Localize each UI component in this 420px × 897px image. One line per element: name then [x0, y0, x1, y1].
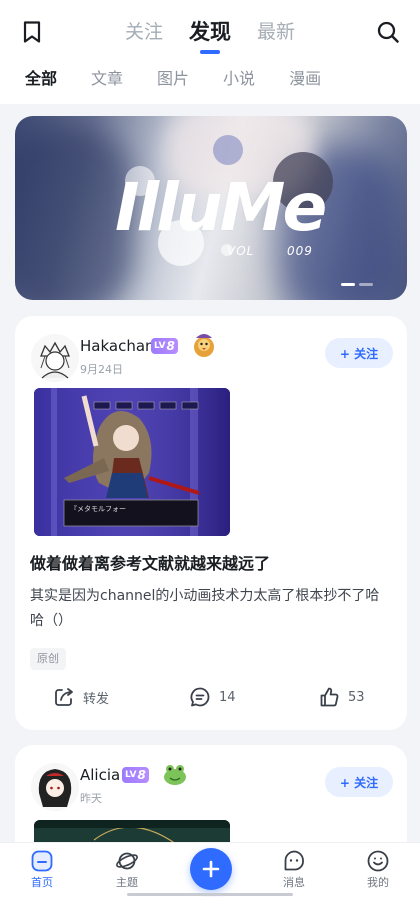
- share-icon: [55, 688, 73, 706]
- planet-icon: [116, 852, 138, 870]
- main-tabs: 关注 发现 最新: [0, 18, 420, 46]
- banner-vol-label: VOL: [227, 244, 255, 258]
- category-articles[interactable]: 文章: [91, 66, 123, 92]
- nav-home[interactable]: 首页: [12, 849, 72, 890]
- comment-count: 14: [219, 689, 236, 705]
- top-bar: 关注 发现 最新 全部 文章 图片 小说 漫画: [0, 0, 420, 104]
- level-badge-prefix: LV: [154, 341, 166, 351]
- nav-topics[interactable]: 主题: [97, 849, 157, 890]
- post-body[interactable]: 其实是因为channel的小动画技术力太高了根本抄不了哈哈（）: [30, 584, 392, 634]
- home-indicator: [127, 893, 293, 896]
- tab-latest[interactable]: 最新: [257, 18, 295, 46]
- level-badge-prefix: LV: [125, 770, 137, 780]
- featured-banner[interactable]: IlluMe VOL 009: [15, 116, 407, 300]
- post-title[interactable]: 做着做着离参考文献就越来越远了: [30, 553, 270, 575]
- nav-profile-label: 我的: [367, 876, 389, 889]
- tab-discover[interactable]: 发现: [189, 18, 231, 46]
- post-actions: 转发 14 53: [15, 686, 407, 716]
- post-date: 9月24日: [80, 363, 123, 376]
- tab-following[interactable]: 关注: [125, 18, 163, 46]
- share-label: 转发: [83, 691, 110, 707]
- post-card: Hakachan LV 8 9月24日 + 关注 『メタモルフォー 做着做着离参…: [15, 316, 407, 730]
- level-badge-number: 8: [137, 768, 146, 782]
- search-icon[interactable]: [374, 18, 402, 46]
- home-icon: [31, 850, 53, 872]
- post-image[interactable]: 『メタモルフォー: [34, 388, 230, 536]
- like-button[interactable]: 53: [318, 686, 365, 708]
- category-all[interactable]: 全部: [25, 66, 57, 92]
- smile-icon: [367, 850, 389, 872]
- username[interactable]: Hakachan: [80, 336, 155, 356]
- nav-profile[interactable]: 我的: [348, 849, 408, 890]
- image-caption: 『メタモルフォー: [70, 505, 126, 513]
- pagination-dot-active: [341, 283, 355, 286]
- bird-medal-icon: [191, 330, 217, 360]
- create-post-button[interactable]: [190, 848, 232, 890]
- follow-button[interactable]: + 关注: [325, 767, 393, 797]
- category-tabs: 全部 文章 图片 小说 漫画: [25, 66, 321, 92]
- post-tag[interactable]: 原创: [30, 648, 66, 670]
- comment-icon: [190, 687, 210, 707]
- pagination-dot: [359, 283, 373, 286]
- nav-topics-label: 主题: [116, 876, 138, 889]
- share-button[interactable]: 转发: [53, 686, 109, 708]
- category-novels[interactable]: 小说: [223, 66, 255, 92]
- banner-pagination: [341, 283, 373, 286]
- category-images[interactable]: 图片: [157, 66, 189, 92]
- username[interactable]: Alicia: [80, 765, 120, 785]
- avatar[interactable]: [31, 334, 79, 382]
- level-badge: LV 8: [122, 767, 149, 783]
- follow-button[interactable]: + 关注: [325, 338, 393, 368]
- thumbs-up-icon: [320, 687, 339, 707]
- level-badge-number: 8: [166, 339, 175, 353]
- banner-vol-number: 009: [287, 244, 313, 258]
- message-icon: [284, 850, 304, 871]
- banner-decor-circle: [213, 135, 243, 165]
- nav-home-label: 首页: [31, 876, 53, 889]
- level-badge: LV 8: [151, 338, 178, 354]
- post-date: 昨天: [80, 792, 102, 805]
- plus-icon: [202, 860, 220, 878]
- nav-messages-label: 消息: [283, 876, 305, 889]
- avatar[interactable]: [31, 763, 79, 811]
- like-count: 53: [348, 689, 365, 705]
- frog-medal-icon: [162, 761, 188, 791]
- banner-decor-circle: [158, 220, 204, 266]
- category-comics[interactable]: 漫画: [289, 66, 321, 92]
- nav-messages[interactable]: 消息: [264, 849, 324, 890]
- comment-button[interactable]: 14: [189, 686, 236, 708]
- banner-title: IlluMe: [115, 169, 327, 246]
